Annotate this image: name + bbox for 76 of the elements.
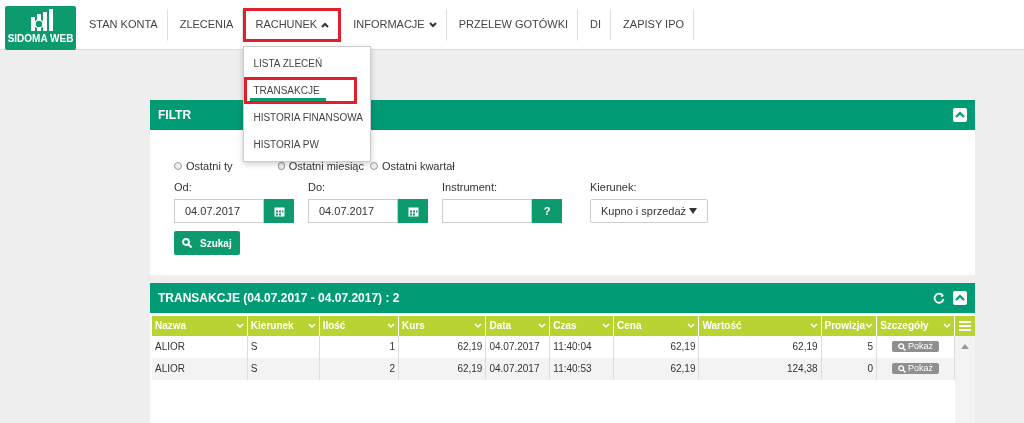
header-label: Wartość — [702, 321, 742, 331]
panel-title: TRANSAKCJE (04.07.2017 - 04.07.2017) : 2 — [158, 290, 400, 307]
header-label: Ilość — [322, 321, 346, 331]
table-cell: 04.07.2017 — [485, 358, 550, 380]
chevron-down-icon — [538, 323, 547, 329]
chevron-down-icon — [943, 323, 951, 329]
nav-item[interactable]: INFORMACJE — [341, 7, 447, 42]
show-button[interactable]: Pokaż — [892, 363, 940, 375]
menu-item[interactable]: TRANSAKCJE — [244, 77, 358, 104]
radio-label: Ostatni kwartał — [382, 159, 455, 174]
field-label: Instrument: — [442, 179, 499, 195]
date-field[interactable]: 04.07.2017 — [174, 199, 264, 223]
chevron-down-icon — [602, 323, 611, 329]
refresh-button[interactable] — [933, 292, 945, 304]
table-cell: 62,19 — [398, 358, 486, 380]
search-icon — [898, 342, 907, 351]
logo-icon — [28, 8, 53, 31]
help-button[interactable]: ? — [532, 199, 562, 223]
header-label: Data — [489, 321, 512, 331]
table-cell: S — [247, 358, 320, 380]
calendar-button[interactable] — [398, 199, 428, 223]
radio-label: Ostatni miesiąc — [288, 159, 364, 174]
nav-item[interactable]: ZAPISY IPO — [611, 7, 695, 42]
header-label: Cena — [617, 321, 642, 331]
refresh-icon — [933, 292, 945, 304]
radio-button[interactable] — [278, 162, 285, 171]
table-cell: 0 — [821, 358, 877, 380]
collapse-button[interactable] — [953, 108, 967, 122]
header-label: Czas — [553, 321, 577, 331]
chevron-down-icon — [387, 323, 396, 329]
chevron-down-icon — [307, 323, 316, 329]
field-label: Od: — [174, 179, 193, 195]
instrument-field[interactable] — [442, 199, 532, 223]
panel-title: FILTR — [158, 107, 192, 124]
caret-down-icon — [689, 208, 697, 214]
search-icon — [182, 238, 192, 248]
radio-button[interactable] — [174, 162, 182, 171]
table-cell: 2 — [319, 358, 399, 380]
direction-select[interactable]: Kupno i sprzedaż — [590, 199, 708, 223]
nav-item[interactable]: RACHUNEK — [243, 7, 342, 42]
radio-button[interactable] — [370, 162, 378, 171]
calendar-icon — [273, 205, 285, 217]
menu-item[interactable]: HISTORIA FINANSOWA — [244, 104, 371, 131]
header-label: Nazwa — [155, 321, 187, 331]
header-label: Prowizja — [824, 321, 866, 331]
menu-item[interactable]: HISTORIA PW — [244, 131, 371, 158]
field-label: Do: — [308, 179, 327, 195]
header-label: Szczegóły — [880, 321, 929, 331]
menu-item[interactable]: LISTA ZLECEŃ — [244, 50, 371, 77]
header-label: Kurs — [402, 321, 425, 331]
table-cell: 62,19 — [613, 358, 699, 380]
collapse-button[interactable] — [953, 291, 967, 305]
header-label: Kierunek — [250, 321, 294, 331]
radio-label: Ostatni ty — [186, 159, 233, 174]
chevron-down-icon — [687, 323, 696, 329]
table-cell: 124,38 — [698, 358, 822, 380]
search-icon — [898, 364, 907, 373]
nav-item[interactable]: STAN KONTA — [81, 7, 168, 42]
nav-item[interactable]: ZLECENIA — [167, 7, 244, 42]
scroll-up-icon — [961, 344, 969, 349]
nav-item[interactable]: PRZELEW GOTÓWKI — [446, 7, 579, 42]
field-label: Kierunek: — [590, 179, 638, 195]
date-field[interactable]: 04.07.2017 — [308, 199, 398, 223]
calendar-button[interactable] — [264, 199, 294, 223]
logo-text: SIDOMA WEB — [7, 31, 74, 46]
logo[interactable]: SIDOMA WEB — [5, 5, 76, 50]
chevron-down-icon — [235, 323, 244, 329]
chevron-down-icon — [865, 323, 874, 329]
calendar-icon — [407, 205, 419, 217]
chevron-down-icon — [809, 323, 818, 329]
chevron-down-icon — [474, 323, 483, 329]
nav-item[interactable]: DI — [578, 7, 612, 42]
table-cell: 11:40:53 — [549, 358, 614, 380]
table-cell: ALIOR — [152, 358, 248, 380]
search-button[interactable]: Szukaj — [174, 231, 240, 255]
show-button[interactable]: Pokaż — [892, 341, 940, 353]
